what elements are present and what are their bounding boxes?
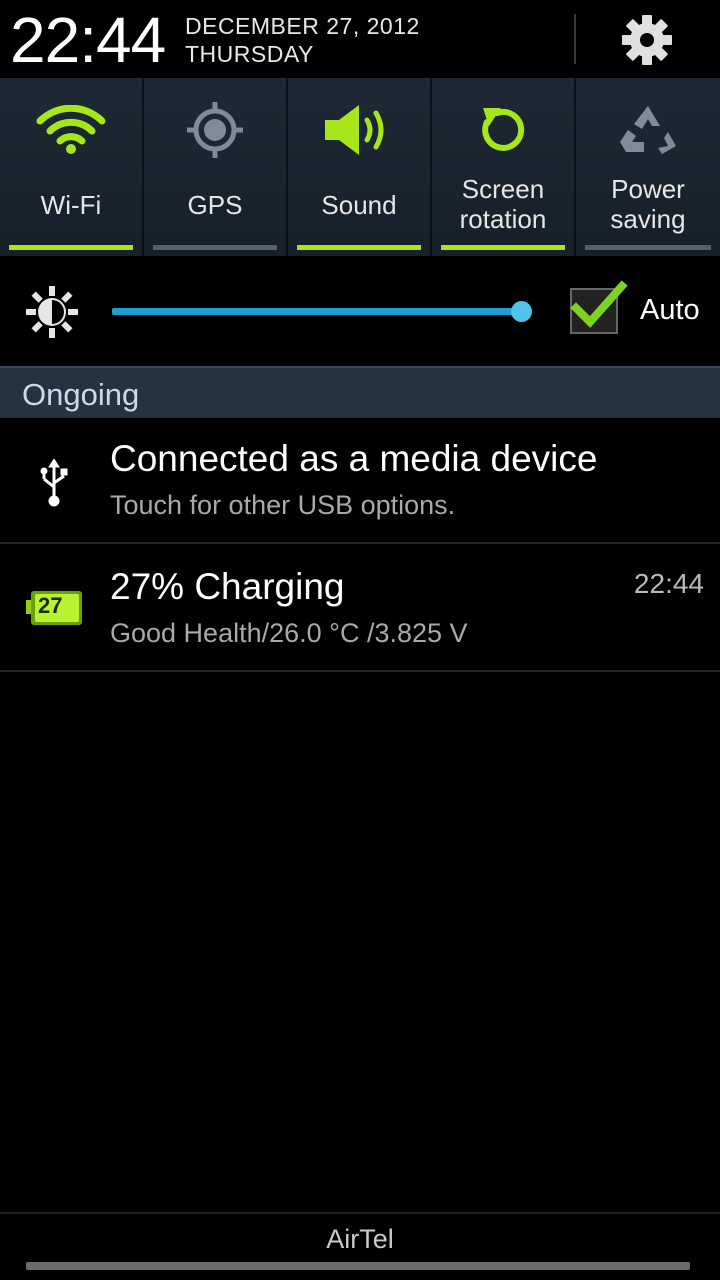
day-text: THURSDAY bbox=[185, 41, 314, 67]
toggle-screen-rotation-line1: Screen bbox=[461, 174, 545, 204]
toggle-screen-rotation-line2: rotation bbox=[459, 204, 547, 234]
notification-battery[interactable]: 27 27% Charging Good Health/26.0 °C /3.8… bbox=[0, 546, 720, 672]
auto-brightness-checkbox[interactable] bbox=[570, 280, 628, 334]
toggle-power-saving-line2: saving bbox=[610, 204, 686, 234]
toggle-sound[interactable]: Sound bbox=[288, 78, 432, 256]
toggle-wifi-label: Wi-Fi bbox=[40, 190, 102, 220]
toggle-power-saving[interactable]: Power saving bbox=[576, 78, 720, 256]
toggle-screen-rotation[interactable]: Screen rotation bbox=[432, 78, 576, 256]
toggle-gps-indicator bbox=[153, 245, 277, 250]
battery-icon: 27 bbox=[26, 588, 84, 628]
toggle-screen-rotation-indicator bbox=[441, 245, 565, 250]
section-header-ongoing: Ongoing bbox=[0, 366, 720, 418]
usb-icon bbox=[36, 458, 72, 508]
notification-usb[interactable]: Connected as a media device Touch for ot… bbox=[0, 418, 720, 544]
clock-time: 22:44 bbox=[10, 4, 166, 76]
notification-time: 22:44 bbox=[633, 568, 704, 599]
gps-icon bbox=[144, 100, 286, 160]
toggle-sound-indicator bbox=[297, 245, 421, 250]
power-saving-icon bbox=[576, 100, 720, 160]
wifi-icon bbox=[0, 100, 142, 160]
notification-subtitle: Good Health/26.0 °C /3.825 V bbox=[110, 618, 468, 648]
toggle-gps-label: GPS bbox=[187, 190, 243, 220]
auto-brightness-label: Auto bbox=[640, 294, 700, 326]
settings-button[interactable] bbox=[616, 10, 678, 70]
panel-drag-handle[interactable] bbox=[26, 1262, 690, 1270]
carrier-label: AirTel bbox=[326, 1224, 394, 1254]
section-title: Ongoing bbox=[22, 377, 140, 412]
carrier-footer: AirTel bbox=[0, 1212, 720, 1280]
toggle-power-saving-indicator bbox=[585, 245, 711, 250]
brightness-slider[interactable] bbox=[112, 308, 522, 315]
date-block: DECEMBER 27, 2012 THURSDAY bbox=[185, 12, 420, 68]
battery-level-badge: 27 bbox=[38, 593, 63, 618]
checkmark-icon bbox=[570, 280, 628, 328]
notification-title: 27% Charging bbox=[110, 566, 345, 607]
toggle-gps[interactable]: GPS bbox=[144, 78, 288, 256]
gear-icon bbox=[622, 15, 672, 65]
notification-header: 22:44 DECEMBER 27, 2012 THURSDAY bbox=[0, 0, 720, 78]
brightness-slider-thumb[interactable] bbox=[511, 301, 532, 322]
brightness-row: Auto bbox=[0, 256, 720, 366]
toggle-screen-rotation-label: Screen rotation bbox=[432, 174, 574, 234]
brightness-icon bbox=[26, 286, 78, 338]
quick-settings-panel: Wi-Fi GPS Sound Screen rotation Power sa… bbox=[0, 78, 720, 256]
toggle-wifi-indicator bbox=[9, 245, 133, 250]
toggle-power-saving-label: Power saving bbox=[576, 174, 720, 234]
sound-icon bbox=[288, 100, 430, 160]
notification-subtitle: Touch for other USB options. bbox=[110, 490, 456, 520]
screen-rotation-icon bbox=[432, 100, 574, 160]
brightness-slider-fill bbox=[112, 308, 522, 315]
toggle-power-saving-line1: Power bbox=[611, 174, 685, 204]
header-divider bbox=[574, 14, 576, 64]
notification-title: Connected as a media device bbox=[110, 438, 598, 479]
toggle-sound-label: Sound bbox=[321, 190, 397, 220]
toggle-wifi[interactable]: Wi-Fi bbox=[0, 78, 144, 256]
date-text: DECEMBER 27, 2012 bbox=[185, 13, 420, 39]
